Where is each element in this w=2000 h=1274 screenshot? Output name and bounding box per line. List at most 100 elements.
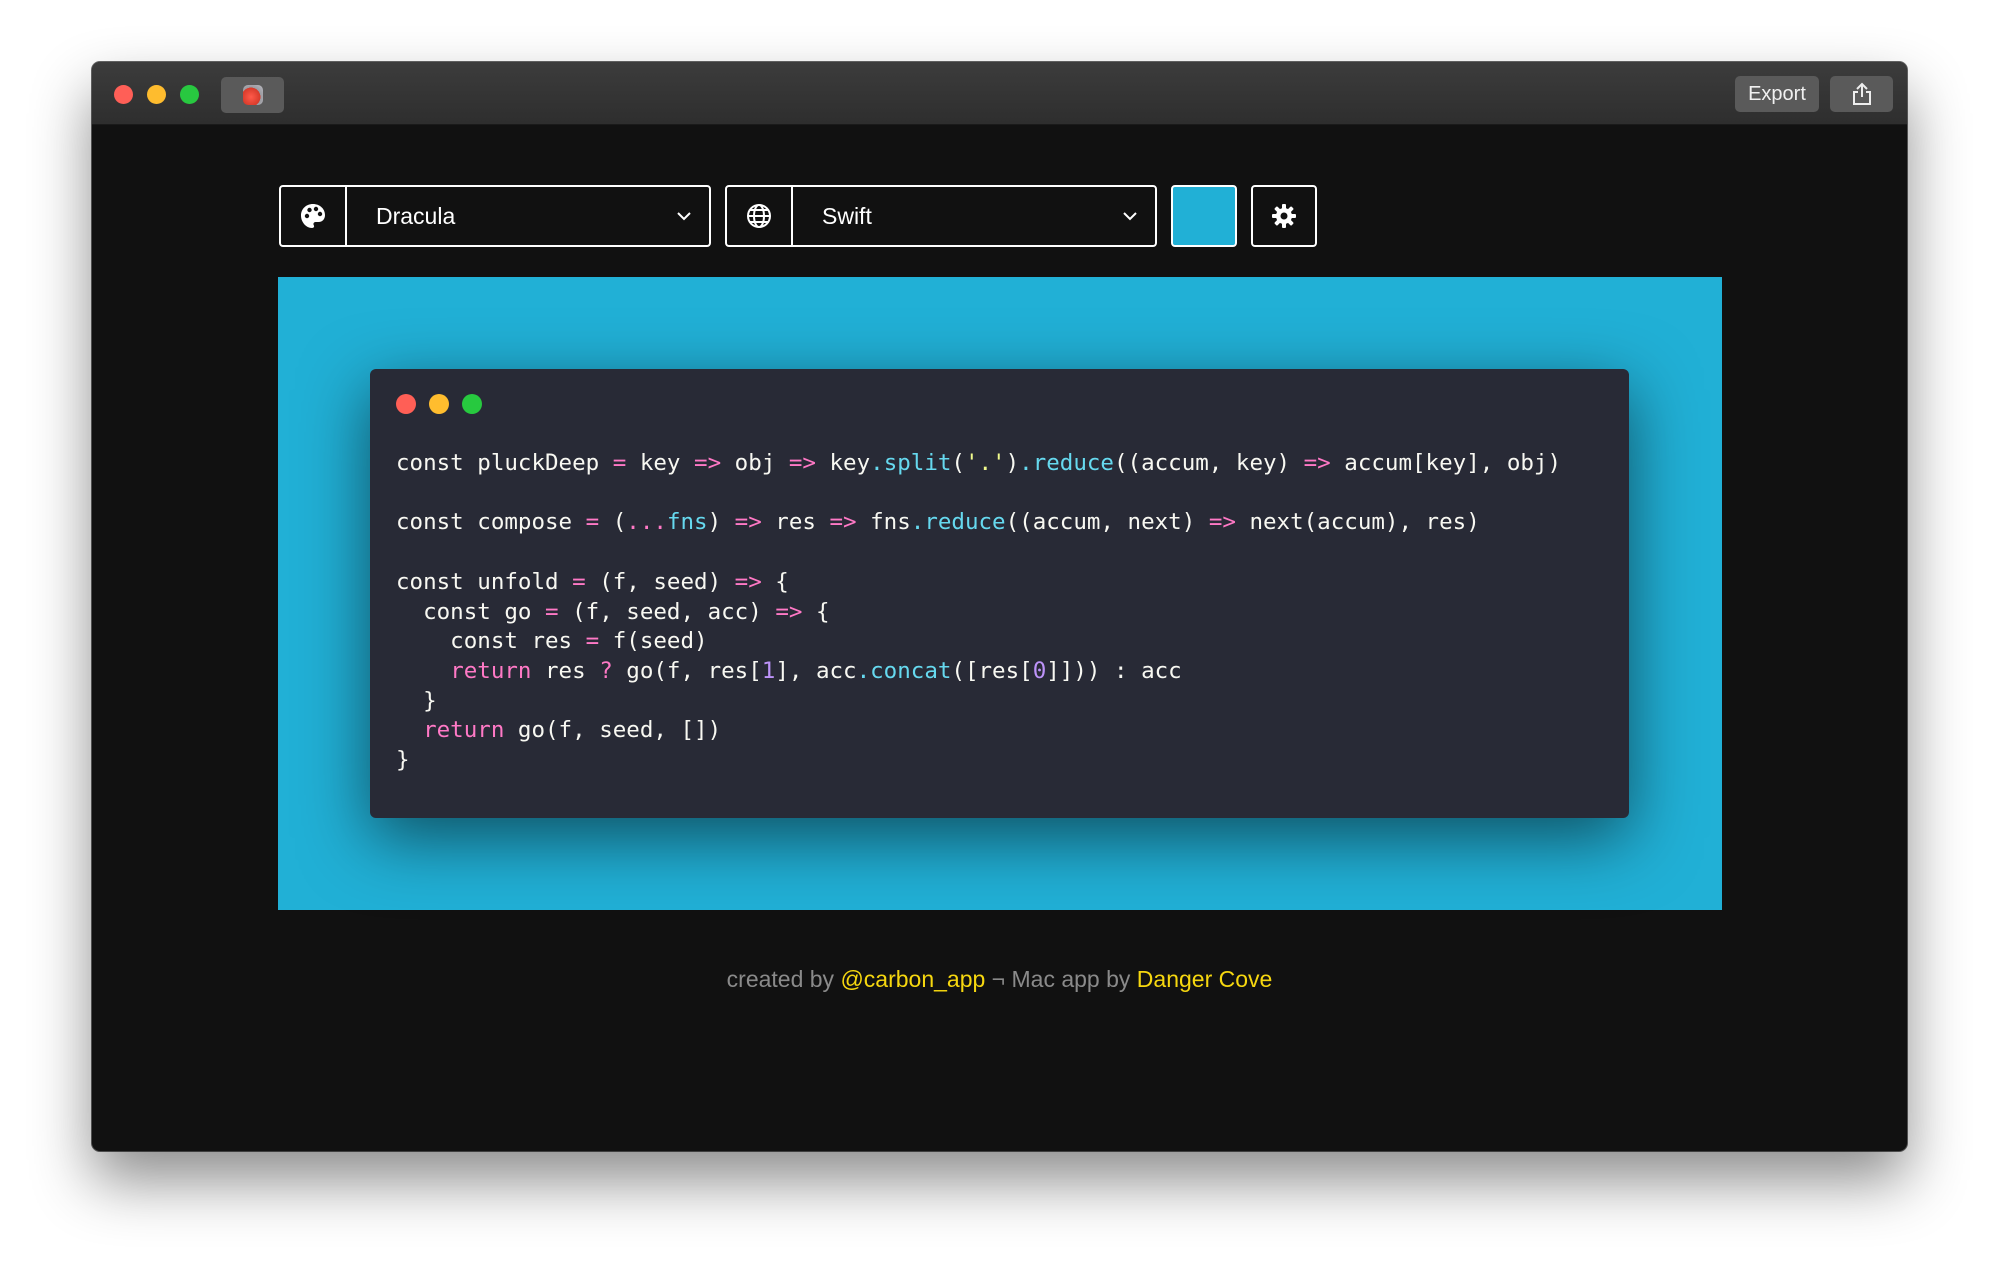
palette-icon [281,187,347,245]
code-token: key [815,450,871,476]
code-token: ( [951,450,965,476]
app-window: Export Dracula Swift const pluckDeep = k… [92,62,1907,1151]
globe-icon [727,187,793,245]
code-token: => [694,450,722,476]
code-token: ], acc [775,657,857,684]
footer: created by @carbon_app ¬ Mac app by Dang… [92,966,1907,993]
theme-dropdown[interactable]: Dracula [279,185,711,247]
code-token: return [423,717,505,744]
code-token: => [1208,509,1236,536]
chevron-down-icon [659,211,709,221]
code-token: return [450,657,532,684]
code-window-red-dot [396,394,416,414]
code-token: = [572,568,586,595]
background-color-picker[interactable] [1171,185,1237,247]
toolbar: Dracula Swift [279,185,1319,251]
code-token: . [910,509,925,536]
code-line: const unfold = (f, seed) => { [396,569,789,595]
code-token: split [883,450,952,476]
code-token: const pluckDeep [396,450,613,476]
share-button[interactable] [1830,76,1893,112]
code-token: reduce [924,509,1006,536]
code-token: => [734,509,762,536]
carbon-jar-icon [242,85,263,105]
code-token: const compose [396,509,586,536]
code-token: fns [666,509,708,536]
code-token: 1 [761,657,776,684]
code-window-green-dot [462,394,482,414]
code-token: . [856,657,871,684]
code-token: = [585,628,600,655]
share-icon [1852,82,1871,105]
minimize-window-button[interactable] [147,85,166,104]
code-token: { [802,598,830,625]
language-dropdown-value: Swift [822,202,872,229]
code-token: const res [396,628,586,655]
code-token: } [396,747,410,774]
code-token: go(f, seed, []) [504,717,722,744]
code-token: obj [721,450,789,476]
code-token: => [788,450,816,476]
code-token: . [1019,450,1033,476]
code-token: fns [856,509,911,536]
code-token: 0 [1032,657,1047,684]
language-dropdown[interactable]: Swift [725,185,1157,247]
code-window: const pluckDeep = key => obj => key.spli… [370,369,1629,818]
code-token: ((accum, key) [1113,450,1304,476]
danger-cove-link[interactable]: Danger Cove [1137,966,1273,992]
chevron-down-icon [1105,211,1155,221]
code-editor[interactable]: const pluckDeep = key => obj => key.spli… [396,449,1561,776]
code-token: ? [599,657,613,684]
code-token: res [761,509,830,536]
code-token: ((accum, next) [1005,509,1209,536]
code-token: => [1303,450,1331,476]
code-canvas-background: const pluckDeep = key => obj => key.spli… [278,277,1722,910]
code-token: accum[key], obj) [1330,450,1562,476]
code-token: { [761,568,789,595]
code-token: } [396,687,437,714]
code-line: } [396,688,437,714]
close-window-button[interactable] [114,85,133,104]
code-token: next(accum), res) [1235,509,1480,536]
settings-button[interactable] [1251,185,1317,247]
code-token: concat [870,657,952,684]
code-token: = [545,598,559,625]
code-token: ]])) : acc [1046,657,1182,684]
code-token: ( [599,509,627,536]
code-token: ... [626,509,667,536]
code-token: ) [707,509,735,536]
code-line: return res ? go(f, res[1], acc.concat([r… [396,658,1182,684]
code-token: reduce [1032,450,1114,476]
code-token: key [626,450,695,476]
theme-dropdown-value: Dracula [376,202,456,229]
code-token: . [870,450,884,476]
code-line: } [396,747,410,773]
code-line: return go(f, seed, []) [396,717,721,743]
code-token: const go [396,598,546,625]
zoom-window-button[interactable] [180,85,199,104]
code-token: ([res[ [951,657,1033,684]
code-token: f(seed) [599,628,708,655]
code-token: res [531,657,600,684]
code-window-yellow-dot [429,394,449,414]
code-token: => [829,509,857,536]
code-line: const res = f(seed) [396,628,708,655]
code-line: const pluckDeep = key => obj => key.spli… [396,450,1561,476]
footer-separator: ¬ Mac app by [985,966,1137,992]
code-line: const go = (f, seed, acc) => { [396,598,830,625]
code-token: => [775,598,803,625]
code-token: ) [1005,450,1020,476]
code-token: = [612,450,627,476]
code-line: const compose = (...fns) => res => fns.r… [396,509,1480,535]
export-button[interactable]: Export [1735,76,1819,112]
app-icon-button[interactable] [221,77,284,113]
gear-icon [1272,204,1296,228]
title-bar: Export [92,62,1907,125]
code-token: go(f, res[ [612,657,762,684]
code-token: '.' [964,450,1006,476]
carbon-app-link[interactable]: @carbon_app [840,966,985,992]
code-token: => [734,568,762,595]
footer-created-by: created by [726,966,841,992]
